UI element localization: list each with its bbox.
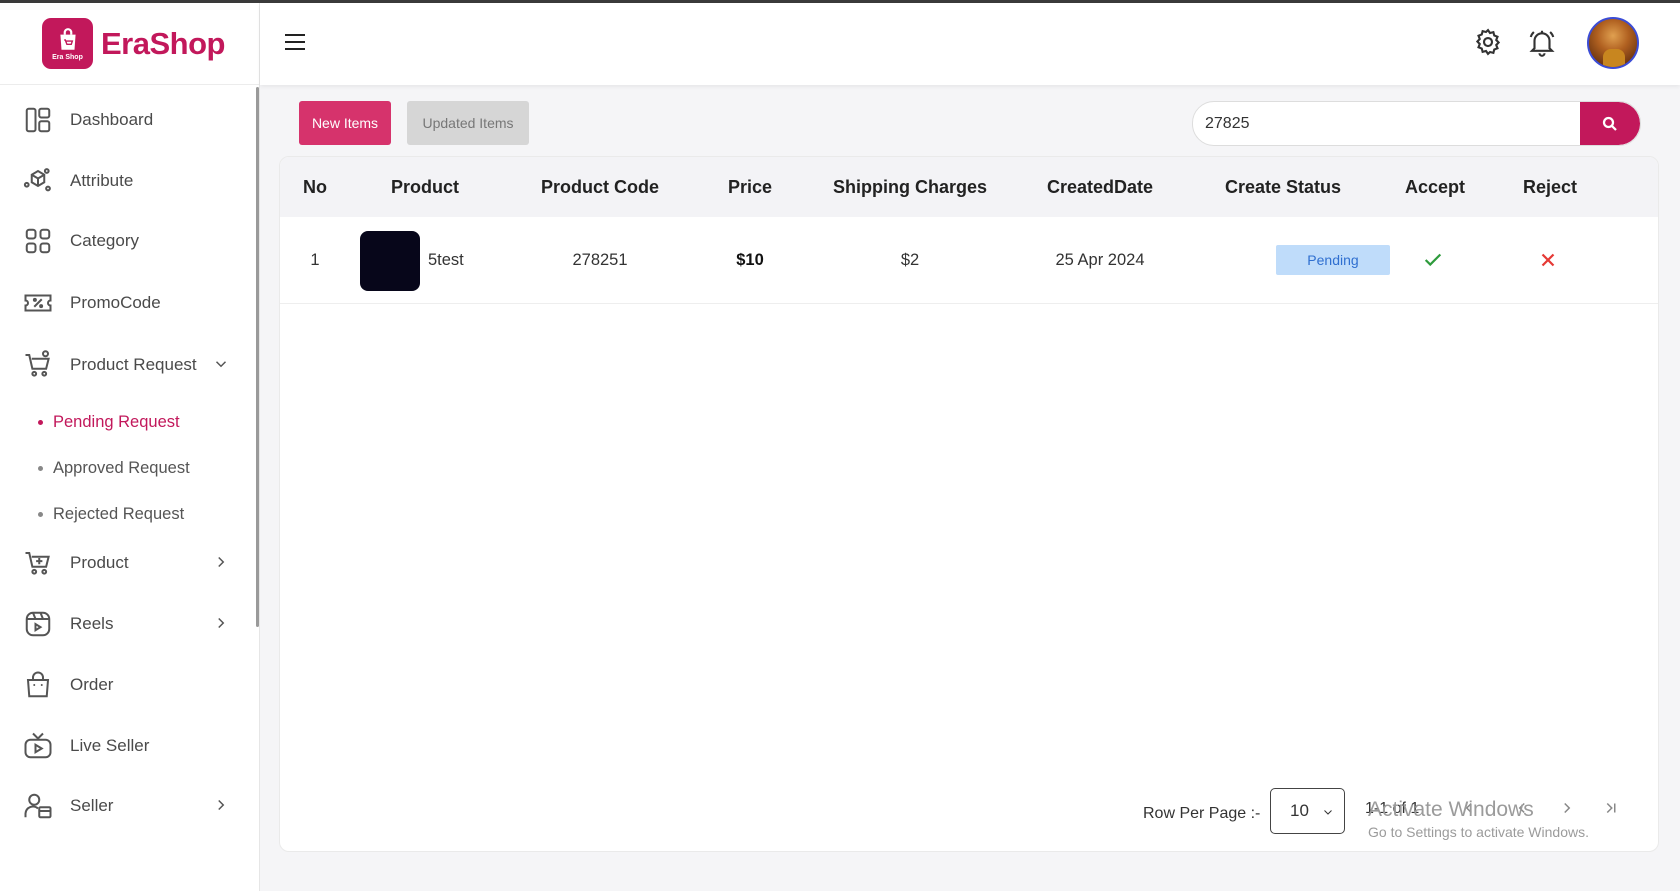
live-tv-icon xyxy=(22,730,54,762)
seller-icon xyxy=(22,790,54,822)
sidebar-subitem-label: Rejected Request xyxy=(53,504,185,523)
sidebar-item-category[interactable]: Category xyxy=(0,219,258,263)
search-button[interactable] xyxy=(1580,102,1640,145)
last-page-icon[interactable] xyxy=(1602,799,1624,821)
sidebar-item-label: Reels xyxy=(70,614,114,633)
sidebar-subitem-label: Pending Request xyxy=(53,412,180,431)
brand[interactable]: Era Shop EraShop xyxy=(0,3,259,85)
column-header-reject: Reject xyxy=(1522,177,1578,197)
sidebar-scrollbar[interactable] xyxy=(256,87,259,627)
settings-gear-icon[interactable] xyxy=(1473,27,1505,59)
sidebar-item-label: Order xyxy=(70,675,114,694)
bullet-icon xyxy=(38,465,43,471)
table-header: No Product Product Code Price Shipping C… xyxy=(280,157,1658,217)
sidebar-subitem-approved-request[interactable]: Approved Request xyxy=(38,454,190,482)
chevron-down-icon xyxy=(1324,810,1332,815)
chevron-right-icon xyxy=(212,614,230,632)
attribute-icon xyxy=(22,165,54,197)
sidebar-item-promocode[interactable]: PromoCode xyxy=(0,281,258,325)
created-date: 25 Apr 2024 xyxy=(1055,251,1145,269)
column-header-shipping-charges: Shipping Charges xyxy=(832,177,987,197)
sidebar-item-label: Dashboard xyxy=(70,110,154,129)
sidebar-item-label: Product xyxy=(70,553,129,572)
shipping-charge: $2 xyxy=(900,251,920,269)
brand-name: EraShop xyxy=(101,25,225,61)
sidebar-item-seller[interactable]: Seller xyxy=(0,784,258,828)
search-icon xyxy=(1602,116,1617,131)
shopping-bag-icon xyxy=(59,27,76,50)
category-icon xyxy=(22,225,54,257)
next-page-icon[interactable] xyxy=(1558,799,1580,821)
sidebar-item-attribute[interactable]: Attribute xyxy=(0,159,258,203)
sidebar-subitem-pending-request[interactable]: Pending Request xyxy=(38,408,180,436)
table-row[interactable]: 1 5test 278251 $10 $2 25 Apr 2024 Pendin… xyxy=(280,217,1658,304)
top-header xyxy=(260,3,1680,85)
sidebar-item-product[interactable]: Product xyxy=(0,541,258,585)
rows-per-page-value: 10 xyxy=(1290,801,1309,820)
product-code: 278251 xyxy=(572,251,628,269)
column-header-price: Price xyxy=(727,177,773,197)
previous-page-icon[interactable] xyxy=(1460,799,1482,821)
column-header-created-date: CreatedDate xyxy=(1046,177,1154,197)
promocode-icon xyxy=(22,287,54,319)
chevron-down-icon xyxy=(212,355,230,373)
bullet-icon xyxy=(38,511,43,517)
sidebar-subitem-label: Approved Request xyxy=(53,458,190,477)
sidebar: Era Shop EraShop Dashboard Attribute Cat… xyxy=(0,3,260,891)
rows-per-page-label: Row Per Page :- xyxy=(1143,805,1261,822)
cart-icon xyxy=(22,547,54,579)
sidebar-item-label: Live Seller xyxy=(70,736,150,755)
bullet-icon xyxy=(38,419,43,425)
brand-logo: Era Shop xyxy=(42,18,93,69)
brand-logo-text: Era Shop xyxy=(52,53,83,61)
chevron-right-icon xyxy=(212,553,230,571)
product-request-icon xyxy=(22,349,54,381)
menu-toggle-icon[interactable] xyxy=(285,34,305,54)
notification-bell-icon[interactable] xyxy=(1527,27,1559,59)
sidebar-item-dashboard[interactable]: Dashboard xyxy=(0,98,258,142)
sidebar-subitem-rejected-request[interactable]: Rejected Request xyxy=(38,500,184,528)
dashboard-icon xyxy=(22,104,54,136)
column-header-create-status: Create Status xyxy=(1224,177,1342,197)
order-bag-icon xyxy=(22,669,54,701)
rows-per-page-select[interactable]: 10 xyxy=(1270,788,1345,834)
reject-close-icon[interactable] xyxy=(1537,249,1559,271)
sidebar-item-label: Category xyxy=(70,231,139,250)
column-header-accept: Accept xyxy=(1404,177,1466,197)
user-avatar[interactable] xyxy=(1587,17,1639,69)
sidebar-item-order[interactable]: Order xyxy=(0,663,258,707)
accept-check-icon[interactable] xyxy=(1422,249,1444,271)
search-bar xyxy=(1192,101,1641,146)
new-items-button[interactable]: New Items xyxy=(299,101,391,145)
search-input[interactable] xyxy=(1193,102,1581,145)
product-price: $10 xyxy=(736,251,764,269)
column-header-product: Product xyxy=(390,177,459,197)
reels-icon xyxy=(22,608,54,640)
sidebar-item-label: Product Request xyxy=(70,355,197,374)
requests-table: No Product Product Code Price Shipping C… xyxy=(279,156,1659,852)
updated-items-button[interactable]: Updated Items xyxy=(407,101,529,145)
product-thumbnail[interactable] xyxy=(360,231,420,291)
sidebar-item-live-seller[interactable]: Live Seller xyxy=(0,724,258,768)
sidebar-item-label: Seller xyxy=(70,796,114,815)
row-number: 1 xyxy=(310,251,320,269)
previous-arrow-icon[interactable] xyxy=(1513,799,1535,821)
status-badge: Pending xyxy=(1276,245,1390,275)
column-header-no: No xyxy=(303,177,327,197)
pagination-info: 1-1 of 1 xyxy=(1365,800,1420,817)
sidebar-item-product-request[interactable]: Product Request xyxy=(0,343,258,387)
sidebar-item-label: PromoCode xyxy=(70,293,161,312)
sidebar-item-label: Attribute xyxy=(70,171,134,190)
sidebar-item-reels[interactable]: Reels xyxy=(0,602,258,646)
product-name: 5test xyxy=(428,251,464,269)
column-header-product-code: Product Code xyxy=(540,177,659,197)
chevron-right-icon xyxy=(212,796,230,814)
